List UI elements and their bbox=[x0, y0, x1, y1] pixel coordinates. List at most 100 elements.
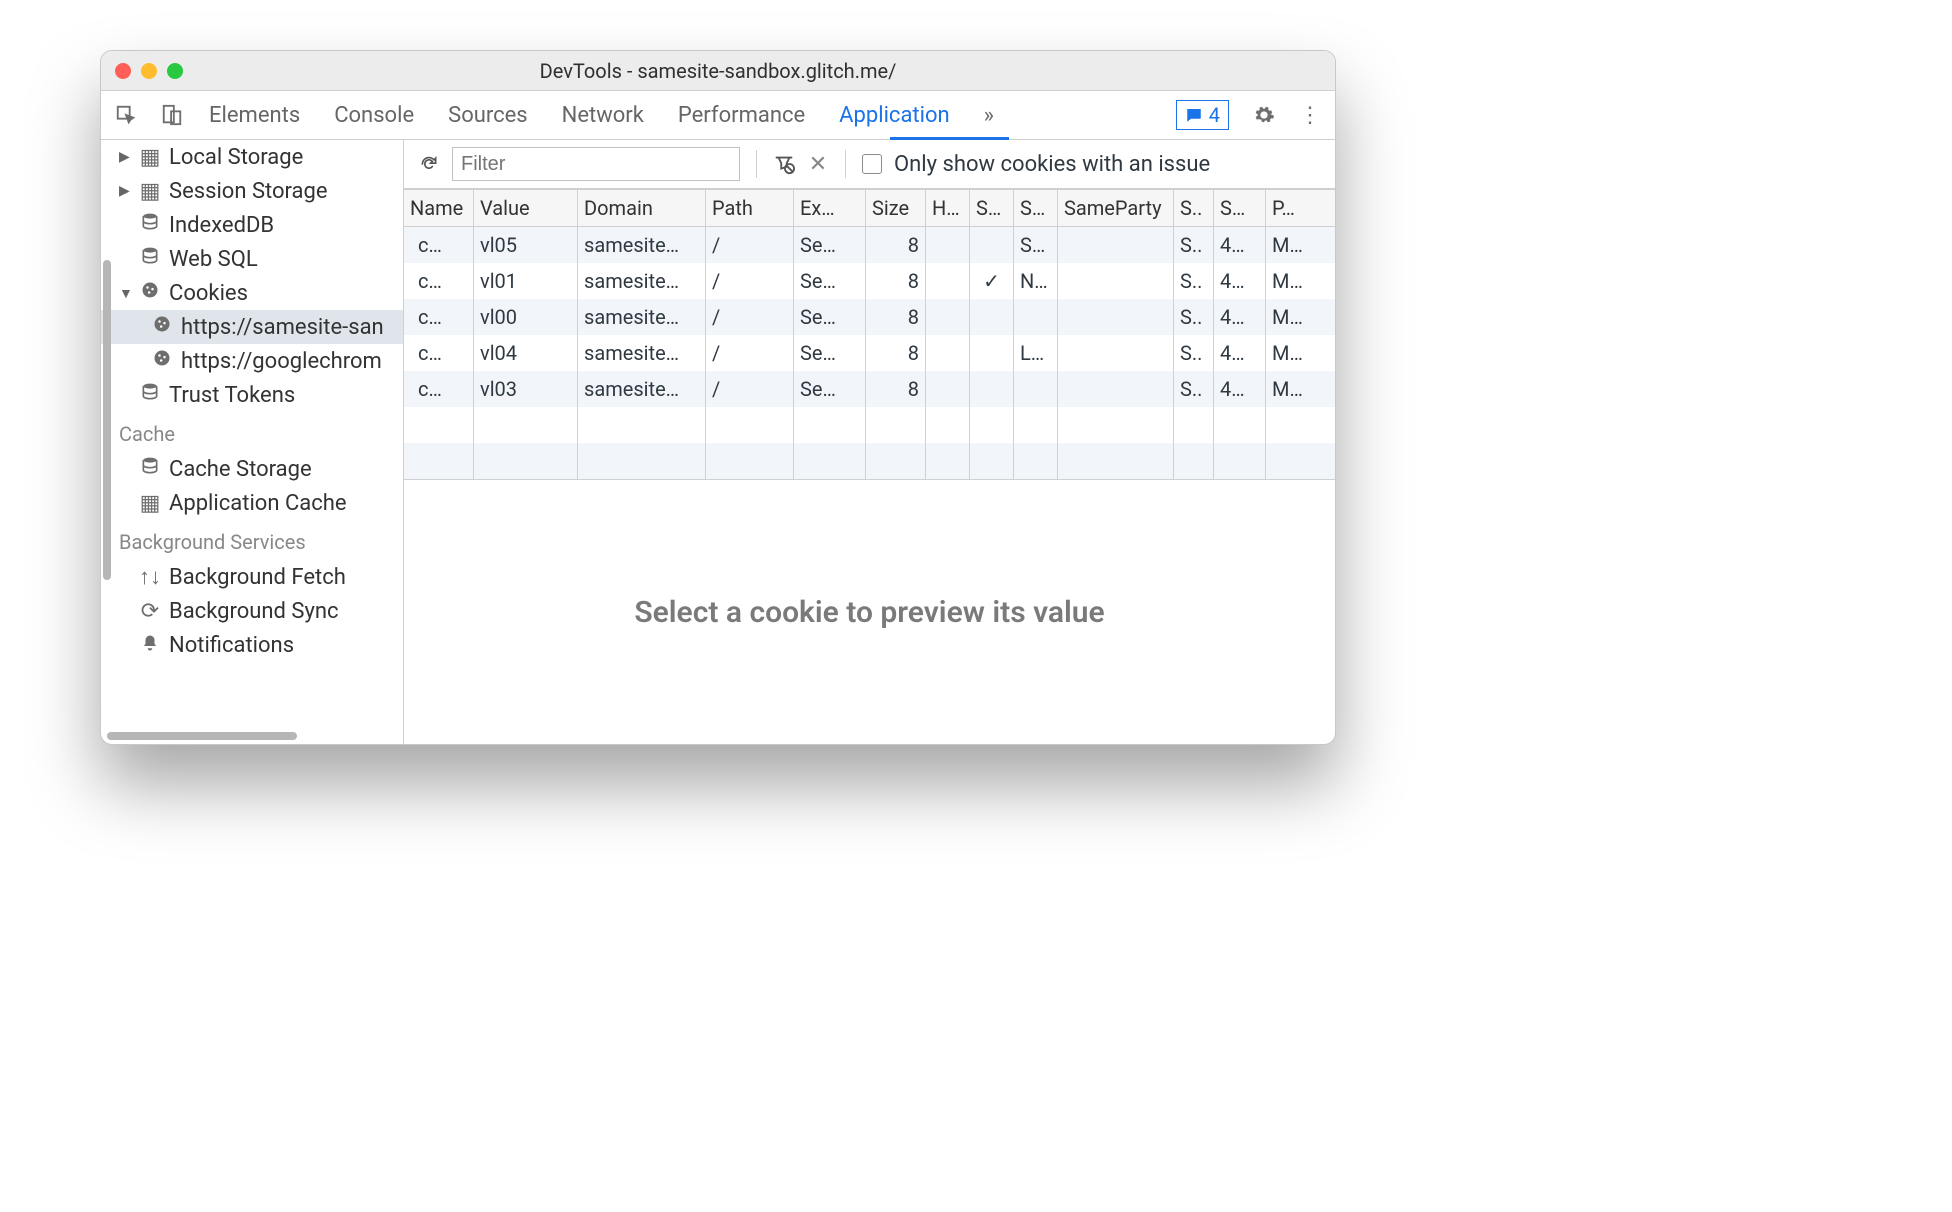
cell-size: 8 bbox=[866, 335, 926, 371]
devtools-tabs: Elements Console Sources Network Perform… bbox=[209, 95, 1152, 136]
sidebar-item-local-storage[interactable]: ▶ ▦ Local Storage bbox=[101, 140, 403, 174]
cell-secure bbox=[970, 299, 1014, 335]
table-row[interactable]: c…vl01samesite…/Se…8✓N…S..4…M… bbox=[404, 263, 1335, 299]
sidebar-item-background-sync[interactable]: ⟳ Background Sync bbox=[101, 594, 403, 628]
sidebar-item-session-storage[interactable]: ▶ ▦ Session Storage bbox=[101, 174, 403, 208]
cell-priority: M… bbox=[1266, 227, 1314, 263]
col-samesite[interactable]: S… bbox=[1014, 190, 1058, 226]
col-sameparty[interactable]: SameParty bbox=[1058, 190, 1174, 226]
cell-path: / bbox=[706, 371, 794, 407]
cell-sameparty bbox=[1058, 263, 1174, 299]
cell-size: 8 bbox=[866, 371, 926, 407]
col-size[interactable]: Size bbox=[866, 190, 926, 226]
sidebar-item-label: Background Sync bbox=[169, 599, 339, 624]
sidebar-item-cookie-origin-samesite[interactable]: https://samesite-san bbox=[101, 310, 403, 344]
cell-sourceport: 4… bbox=[1214, 371, 1266, 407]
sidebar-scrollbar-horizontal[interactable] bbox=[107, 732, 297, 740]
cell-sourceport: 4… bbox=[1214, 263, 1266, 299]
sidebar-item-cookie-origin-googlechrome[interactable]: https://googlechrom bbox=[101, 344, 403, 378]
grid-icon: ▦ bbox=[139, 145, 161, 170]
sync-icon: ⟳ bbox=[139, 599, 161, 624]
only-issues-checkbox[interactable] bbox=[862, 154, 882, 174]
cell-name: c… bbox=[404, 263, 474, 299]
cell-path: / bbox=[706, 335, 794, 371]
col-name[interactable]: Name bbox=[404, 190, 474, 226]
settings-icon[interactable] bbox=[1253, 104, 1275, 126]
inspect-element-icon[interactable] bbox=[115, 104, 137, 126]
cell-domain: samesite… bbox=[578, 227, 706, 263]
cookie-preview-placeholder: Select a cookie to preview its value bbox=[404, 480, 1335, 744]
grid-icon: ▦ bbox=[139, 491, 161, 516]
sidebar-item-websql[interactable]: Web SQL bbox=[101, 242, 403, 276]
tab-sources[interactable]: Sources bbox=[448, 95, 528, 136]
cell-samesite bbox=[1014, 371, 1058, 407]
issues-button[interactable]: 4 bbox=[1176, 100, 1229, 130]
cell-priority: M… bbox=[1266, 299, 1314, 335]
window-title: DevTools - samesite-sandbox.glitch.me/ bbox=[101, 59, 1335, 83]
sidebar-item-notifications[interactable]: Notifications bbox=[101, 628, 403, 662]
clear-filter-icon[interactable] bbox=[773, 153, 795, 175]
cell-httponly bbox=[926, 299, 970, 335]
cookie-icon bbox=[139, 280, 161, 306]
col-value[interactable]: Value bbox=[474, 190, 578, 226]
tab-application[interactable]: Application bbox=[839, 95, 949, 136]
sidebar-item-cache-storage[interactable]: Cache Storage bbox=[101, 452, 403, 486]
col-expires[interactable]: Ex… bbox=[794, 190, 866, 226]
col-sourceport[interactable]: S… bbox=[1214, 190, 1266, 226]
issues-icon bbox=[1185, 106, 1203, 124]
issues-count: 4 bbox=[1209, 103, 1220, 127]
cell-name: c… bbox=[404, 227, 474, 263]
filter-input[interactable] bbox=[452, 147, 740, 181]
col-path[interactable]: Path bbox=[706, 190, 794, 226]
refresh-icon[interactable] bbox=[418, 153, 440, 175]
sidebar-item-label: https://samesite-san bbox=[181, 315, 384, 340]
cell-value: vl01 bbox=[474, 263, 578, 299]
cell-size: 8 bbox=[866, 299, 926, 335]
sidebar-item-background-fetch[interactable]: ↑↓ Background Fetch bbox=[101, 560, 403, 594]
cell-priority: M… bbox=[1266, 371, 1314, 407]
cell-path: / bbox=[706, 263, 794, 299]
cell-httponly bbox=[926, 371, 970, 407]
close-icon[interactable]: ✕ bbox=[807, 153, 829, 175]
grid-icon: ▦ bbox=[139, 179, 161, 204]
tab-performance[interactable]: Performance bbox=[678, 95, 805, 136]
cookies-table: Name Value Domain Path Ex… Size H… S… S…… bbox=[404, 189, 1335, 480]
device-toggle-icon[interactable] bbox=[161, 104, 183, 126]
col-httponly[interactable]: H… bbox=[926, 190, 970, 226]
sidebar-item-label: Trust Tokens bbox=[169, 383, 295, 408]
more-icon[interactable]: ⋮ bbox=[1299, 104, 1321, 126]
col-scheme[interactable]: S.. bbox=[1174, 190, 1214, 226]
titlebar: DevTools - samesite-sandbox.glitch.me/ bbox=[101, 51, 1335, 91]
cell-secure bbox=[970, 371, 1014, 407]
sidebar: ▶ ▦ Local Storage ▶ ▦ Session Storage In… bbox=[101, 140, 404, 744]
cell-name: c… bbox=[404, 299, 474, 335]
sidebar-item-indexeddb[interactable]: IndexedDB bbox=[101, 208, 403, 242]
table-row[interactable]: c…vl00samesite…/Se…8S..4…M… bbox=[404, 299, 1335, 335]
sidebar-item-cookies[interactable]: ▼ Cookies bbox=[101, 276, 403, 310]
tab-network[interactable]: Network bbox=[562, 95, 644, 136]
col-priority[interactable]: P… bbox=[1266, 190, 1314, 226]
sidebar-scrollbar-vertical[interactable] bbox=[103, 260, 111, 580]
devtools-toolbar: Elements Console Sources Network Perform… bbox=[101, 91, 1335, 140]
devtools-window: DevTools - samesite-sandbox.glitch.me/ E… bbox=[100, 50, 1336, 745]
cell-name: c… bbox=[404, 371, 474, 407]
sidebar-item-trust-tokens[interactable]: Trust Tokens bbox=[101, 378, 403, 412]
expand-icon: ▶ bbox=[119, 183, 131, 199]
sidebar-section-background-services: Background Services bbox=[101, 520, 403, 560]
table-row[interactable]: c…vl05samesite…/Se…8S…S..4…M… bbox=[404, 227, 1335, 263]
sidebar-item-label: https://googlechrom bbox=[181, 349, 382, 374]
tab-console[interactable]: Console bbox=[334, 95, 414, 136]
sidebar-item-label: Cookies bbox=[169, 281, 248, 306]
cell-sourceport: 4… bbox=[1214, 335, 1266, 371]
table-row[interactable]: c…vl04samesite…/Se…8L…S..4…M… bbox=[404, 335, 1335, 371]
tab-elements[interactable]: Elements bbox=[209, 95, 300, 136]
sidebar-item-label: Background Fetch bbox=[169, 565, 346, 590]
tabs-overflow[interactable]: » bbox=[984, 95, 994, 136]
col-secure[interactable]: S… bbox=[970, 190, 1014, 226]
cell-samesite: S… bbox=[1014, 227, 1058, 263]
table-row[interactable]: c…vl03samesite…/Se…8S..4…M… bbox=[404, 371, 1335, 407]
bell-icon bbox=[139, 633, 161, 658]
col-domain[interactable]: Domain bbox=[578, 190, 706, 226]
sidebar-item-application-cache[interactable]: ▦ Application Cache bbox=[101, 486, 403, 520]
database-icon bbox=[139, 246, 161, 272]
